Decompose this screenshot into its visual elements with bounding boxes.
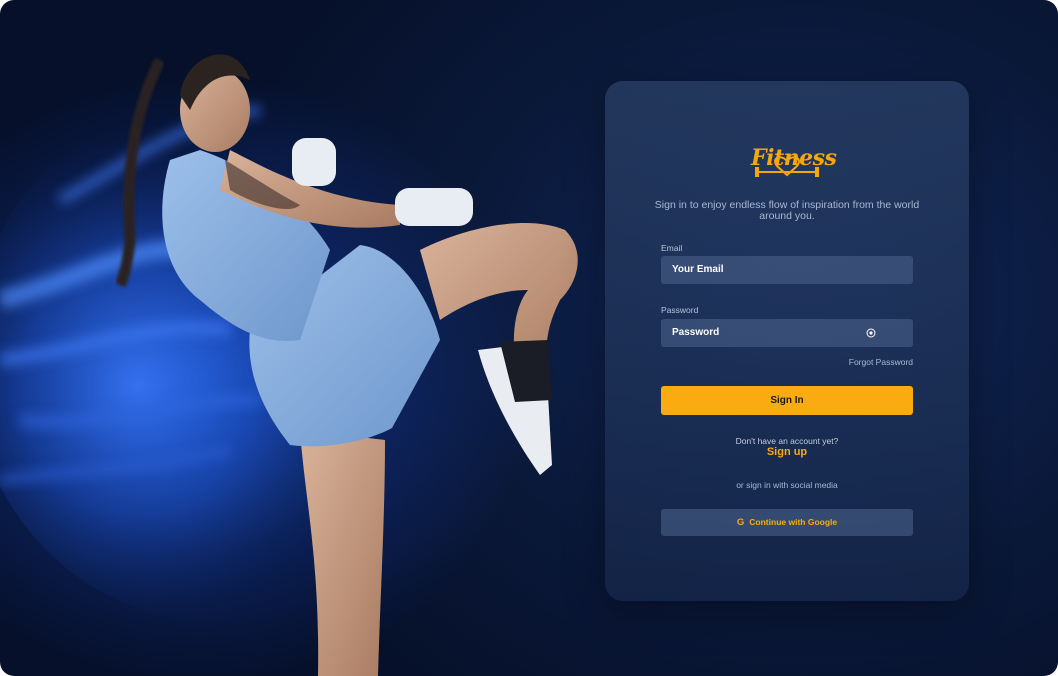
hero-athlete-image [0,54,578,676]
email-placeholder: Your Email [672,264,724,275]
google-icon: G [736,517,745,528]
tagline: Sign in to enjoy endless flow of inspira… [654,199,920,222]
email-label: Email [661,243,683,253]
signup-prompt: Don't have an account yet? [735,436,839,446]
sign-in-button[interactable]: Sign In [661,386,913,415]
social-prompt: or sign in with social media [736,480,838,490]
password-label: Password [661,305,699,315]
email-field[interactable]: Your Email [661,256,913,284]
google-button-label: Continue with Google [749,517,838,527]
eye-icon[interactable] [866,328,876,338]
forgot-password-link[interactable]: Forgot Password [849,357,913,367]
login-card: Fitness Sign in to enjoy endless flow of… [605,81,969,601]
password-placeholder: Password [672,327,720,338]
brand-logo: Fitness [751,145,837,171]
password-field[interactable]: Password [661,319,913,347]
login-page: Fitness Sign in to enjoy endless flow of… [0,0,1058,676]
sign-up-link[interactable]: Sign up [645,446,929,458]
continue-with-google-button[interactable]: G Continue with Google [661,509,913,536]
